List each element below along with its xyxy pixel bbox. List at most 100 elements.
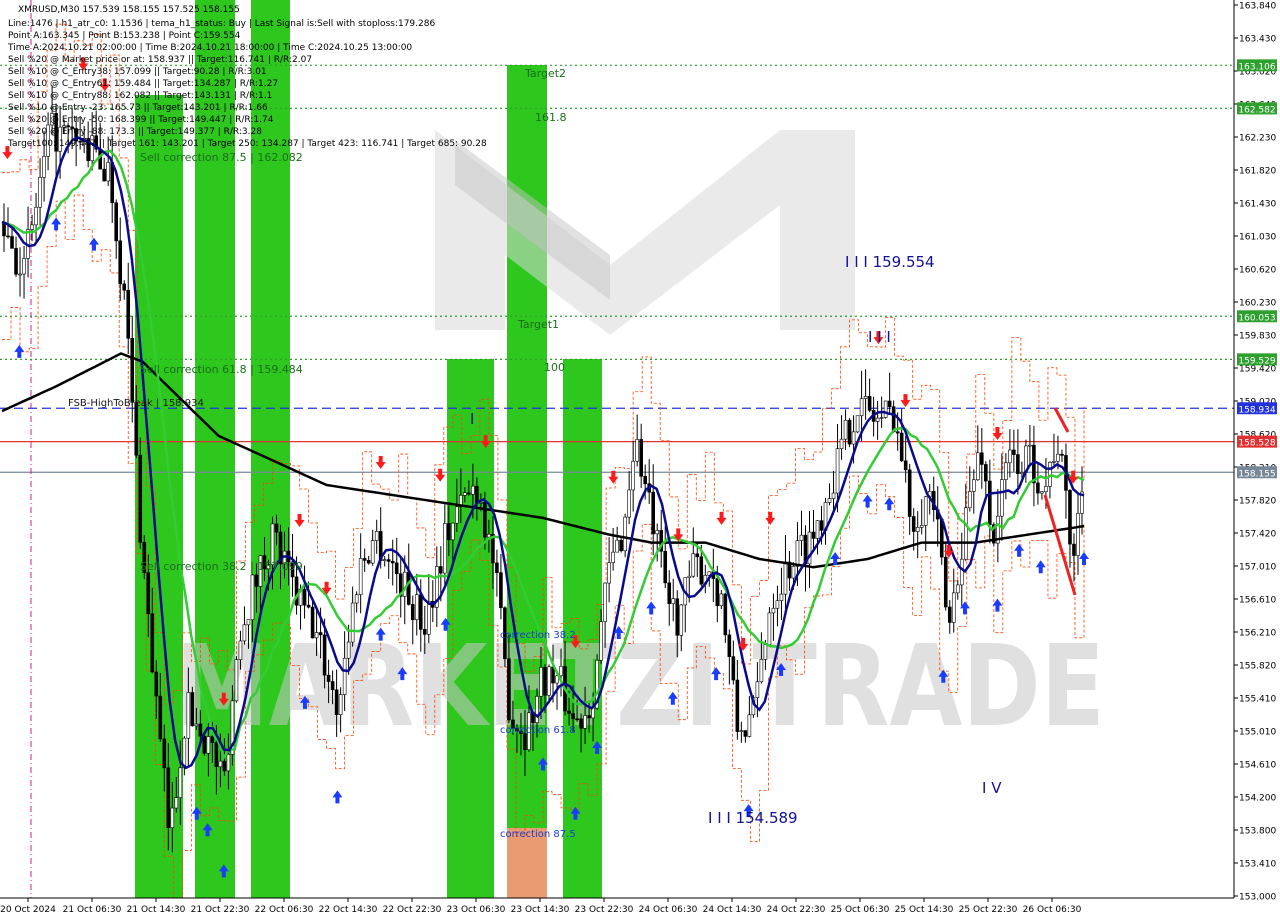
candle-body	[539, 667, 543, 697]
candle-body	[779, 593, 784, 601]
candle-body	[959, 558, 964, 586]
candle-body	[1016, 454, 1020, 474]
candle-body	[839, 438, 844, 449]
candle-body	[507, 658, 511, 721]
candle-body	[631, 460, 635, 491]
price-tick-label: 163.430	[1239, 35, 1276, 45]
candle-body	[731, 656, 736, 681]
candle-body	[815, 520, 820, 539]
candle-body	[915, 527, 920, 532]
price-tick-label: 160.620	[1239, 266, 1276, 276]
candle-body	[883, 400, 888, 418]
candle-body	[158, 695, 163, 740]
candle-body	[967, 491, 972, 509]
chart-annotation: 100	[544, 361, 565, 374]
candle-body	[891, 406, 896, 433]
candle-body	[495, 562, 499, 573]
price-tick-label: 161.820	[1239, 167, 1276, 177]
candle-body	[483, 502, 487, 538]
candle-body	[374, 531, 379, 541]
candle-body	[943, 556, 948, 608]
candle-body	[274, 523, 279, 533]
candle-body	[238, 640, 243, 660]
candle-body	[206, 736, 211, 754]
candle-body	[471, 485, 475, 495]
candle-body	[386, 559, 391, 562]
candle-body	[1004, 462, 1008, 480]
candle-body	[855, 415, 860, 433]
candle-body	[755, 681, 760, 698]
candle-body	[118, 240, 123, 285]
candle-body	[723, 593, 728, 636]
candle-body	[146, 572, 151, 615]
candle-body	[715, 578, 720, 607]
chart-annotation: I I I 159.554	[845, 253, 935, 271]
chart-area: MARKETZI TRADE 163.106 162.582 160.053 159.…	[0, 0, 1280, 920]
price-tick-label: 155.410	[1239, 695, 1276, 705]
candle-body	[6, 235, 10, 238]
candle-body	[663, 550, 668, 584]
price-level-tag-text: 158.934	[1238, 405, 1275, 415]
candle-body	[270, 523, 275, 565]
candle-body	[202, 735, 207, 754]
candle-body	[903, 460, 908, 471]
candle-body	[254, 574, 259, 587]
candle-body	[743, 730, 748, 737]
candle-body	[186, 692, 191, 739]
candle-body	[955, 584, 960, 594]
info-line: Target100: 149.447 || Target 161: 143.20…	[7, 139, 487, 149]
candle-body	[406, 571, 411, 605]
candle-body	[783, 561, 788, 595]
candle-body	[342, 657, 347, 695]
candle-body	[687, 575, 692, 578]
candle-body	[976, 452, 980, 481]
candle-body	[559, 666, 563, 677]
candle-body	[346, 641, 351, 659]
price-level-tag-text: 163.106	[1238, 62, 1275, 72]
candle-body	[138, 454, 143, 543]
candle-body	[10, 236, 14, 249]
candle-body	[414, 594, 419, 621]
candle-body	[547, 666, 551, 696]
candle-body	[130, 337, 135, 403]
candle-body	[499, 572, 503, 609]
candle-body	[443, 523, 447, 574]
candle-body	[246, 619, 251, 626]
candle-body	[911, 516, 916, 532]
info-line: Line:1476 | h1_atr_c0: 1.1536 | tema_h1_…	[8, 19, 435, 29]
candle-body	[611, 551, 615, 564]
candle-body	[226, 754, 231, 772]
candle-body	[487, 533, 491, 538]
candle-body	[575, 718, 579, 721]
chart-annotation: correction 87.5	[500, 829, 576, 840]
candle-body	[1000, 479, 1004, 517]
candle-body	[334, 689, 339, 716]
candle-body	[1072, 543, 1076, 556]
candle-body	[198, 723, 203, 737]
candle-body	[467, 492, 471, 495]
candle-body	[439, 566, 443, 574]
chart-annotation: Target1	[517, 318, 559, 331]
chart-annotation: I I I	[868, 328, 891, 346]
candle-body	[603, 582, 607, 622]
candle-body	[1076, 513, 1080, 556]
candle-body	[695, 553, 700, 558]
candle-body	[791, 566, 796, 579]
candle-body	[390, 561, 395, 564]
candle-body	[655, 530, 660, 535]
candle-body	[122, 283, 127, 291]
candle-body	[455, 506, 459, 524]
candle-body	[835, 448, 840, 494]
info-line: Sell %10 @ C_Entry38: 157.099 || Target:…	[8, 67, 267, 77]
candle-body	[567, 710, 571, 714]
candle-body	[615, 539, 619, 553]
candle-body	[875, 417, 880, 422]
candle-body	[394, 562, 399, 575]
candle-body	[583, 715, 587, 729]
time-tick-label: 21 Oct 22:30	[191, 905, 250, 915]
candle-body	[639, 439, 643, 477]
candle-body	[879, 417, 884, 419]
candle-body	[951, 592, 956, 623]
time-tick-label: 23 Oct 06:30	[447, 905, 506, 915]
price-tick-label: 153.410	[1239, 860, 1276, 870]
